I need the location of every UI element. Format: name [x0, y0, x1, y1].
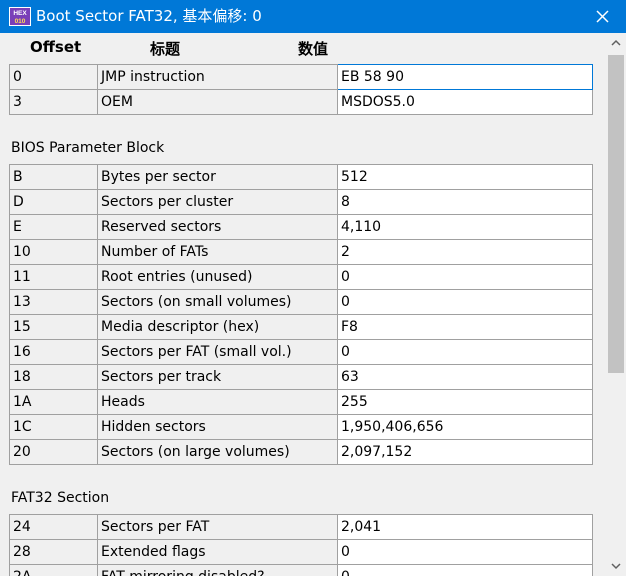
value-cell[interactable]: 0 — [337, 264, 593, 290]
value-cell[interactable]: MSDOS5.0 — [337, 89, 593, 115]
field-name-cell: Sectors (on large volumes) — [97, 439, 338, 465]
hex-editor-app-icon: HEX 010 — [9, 7, 31, 26]
chevron-down-icon — [611, 563, 621, 570]
value-cell[interactable]: 0 — [337, 289, 593, 315]
table-row[interactable]: 28 Extended flags 0 — [9, 539, 593, 565]
scrollbar-thumb[interactable] — [608, 55, 624, 373]
offset-cell: B — [9, 164, 98, 190]
value-cell[interactable]: 512 — [337, 164, 593, 190]
offset-cell: 10 — [9, 239, 98, 265]
table-row[interactable]: 3 OEM MSDOS5.0 — [9, 89, 593, 115]
value-cell[interactable]: 2,097,152 — [337, 439, 593, 465]
offset-cell: D — [9, 189, 98, 215]
table-row[interactable]: B Bytes per sector 512 — [9, 164, 593, 190]
value-cell[interactable]: 1,950,406,656 — [337, 414, 593, 440]
field-name-cell: Bytes per sector — [97, 164, 338, 190]
value-cell[interactable]: 4,110 — [337, 214, 593, 240]
offset-cell: 16 — [9, 339, 98, 365]
section-title-bpb: BIOS Parameter Block — [11, 140, 165, 156]
column-header-offset[interactable]: Offset — [30, 38, 81, 56]
offset-cell: 28 — [9, 539, 98, 565]
section-title-fat32: FAT32 Section — [11, 490, 110, 506]
field-name-cell: Reserved sectors — [97, 214, 338, 240]
table-row[interactable]: 15 Media descriptor (hex) F8 — [9, 314, 593, 340]
table-row[interactable]: 24 Sectors per FAT 2,041 — [9, 514, 593, 540]
offset-cell: 15 — [9, 314, 98, 340]
table-row[interactable]: 1A Heads 255 — [9, 389, 593, 415]
close-icon — [596, 10, 609, 23]
offset-cell: 1A — [9, 389, 98, 415]
table-row[interactable]: 10 Number of FATs 2 — [9, 239, 593, 265]
table-row[interactable]: 11 Root entries (unused) 0 — [9, 264, 593, 290]
boot-sector-window: HEX 010 Boot Sector FAT32, 基本偏移: 0 Offse… — [0, 0, 626, 576]
table-row[interactable]: 2AFAT mirroring disabled?0 — [9, 564, 593, 576]
table-row[interactable]: 16 Sectors per FAT (small vol.) 0 — [9, 339, 593, 365]
field-name-cell: Sectors per cluster — [97, 189, 338, 215]
value-cell[interactable]: 8 — [337, 189, 593, 215]
table-row[interactable]: 20 Sectors (on large volumes) 2,097,152 — [9, 439, 593, 465]
window-title: Boot Sector FAT32, 基本偏移: 0 — [36, 7, 262, 25]
table-row[interactable]: 0 JMP instruction EB 58 90 — [9, 64, 593, 90]
column-header-value[interactable]: 数值 — [298, 38, 328, 59]
close-button[interactable] — [580, 0, 626, 33]
title-bar: HEX 010 Boot Sector FAT32, 基本偏移: 0 — [0, 0, 626, 33]
field-name-cell: Heads — [97, 389, 338, 415]
table-row[interactable]: 1C Hidden sectors 1,950,406,656 — [9, 414, 593, 440]
field-name-cell: Root entries (unused) — [97, 264, 338, 290]
value-cell[interactable]: F8 — [337, 314, 593, 340]
offset-cell: 18 — [9, 364, 98, 390]
table-row[interactable]: 18 Sectors per track 63 — [9, 364, 593, 390]
field-name-cell: Media descriptor (hex) — [97, 314, 338, 340]
offset-cell: E — [9, 214, 98, 240]
field-name-cell: OEM — [97, 89, 338, 115]
vertical-scrollbar[interactable] — [606, 33, 626, 576]
value-cell[interactable]: EB 58 90 — [337, 64, 593, 90]
value-cell[interactable]: 255 — [337, 389, 593, 415]
offset-cell: 0 — [9, 64, 98, 90]
field-name-cell: Sectors per FAT (small vol.) — [97, 339, 338, 365]
offset-cell: 24 — [9, 514, 98, 540]
svg-text:010: 010 — [15, 18, 26, 25]
field-name-cell: Hidden sectors — [97, 414, 338, 440]
header-fields-table: 0 JMP instruction EB 58 90 3 OEM MSDOS5.0 — [9, 64, 593, 115]
field-name-cell: FAT mirroring disabled? — [97, 564, 338, 576]
scroll-down-button[interactable] — [606, 556, 626, 576]
fat32-table: 24Sectors per FAT2,04128Extended flags02… — [9, 514, 593, 576]
bpb-table: B Bytes per sector 512 D Sectors per cluster… — [9, 164, 593, 465]
offset-cell: 20 — [9, 439, 98, 465]
field-name-cell: Sectors per FAT — [97, 514, 338, 540]
table-row[interactable]: D Sectors per cluster 8 — [9, 189, 593, 215]
value-cell[interactable]: 0 — [337, 539, 593, 565]
offset-cell: 11 — [9, 264, 98, 290]
chevron-up-icon — [611, 39, 621, 46]
value-cell[interactable]: 2 — [337, 239, 593, 265]
value-cell[interactable]: 0 — [337, 339, 593, 365]
content-area: Offset 标题 数值 0 JMP instruction EB 58 90 3 OE… — [0, 33, 606, 576]
scroll-up-button[interactable] — [606, 33, 626, 53]
field-name-cell: Number of FATs — [97, 239, 338, 265]
offset-cell: 2A — [9, 564, 98, 576]
value-cell[interactable]: 0 — [337, 564, 593, 576]
offset-cell: 13 — [9, 289, 98, 315]
column-header-title[interactable]: 标题 — [150, 38, 180, 59]
offset-cell: 3 — [9, 89, 98, 115]
svg-text:HEX: HEX — [13, 10, 27, 17]
table-row[interactable]: 13 Sectors (on small volumes) 0 — [9, 289, 593, 315]
offset-cell: 1C — [9, 414, 98, 440]
value-cell[interactable]: 63 — [337, 364, 593, 390]
field-name-cell: Sectors (on small volumes) — [97, 289, 338, 315]
field-name-cell: JMP instruction — [97, 64, 338, 90]
field-name-cell: Extended flags — [97, 539, 338, 565]
field-name-cell: Sectors per track — [97, 364, 338, 390]
value-cell[interactable]: 2,041 — [337, 514, 593, 540]
table-row[interactable]: E Reserved sectors 4,110 — [9, 214, 593, 240]
